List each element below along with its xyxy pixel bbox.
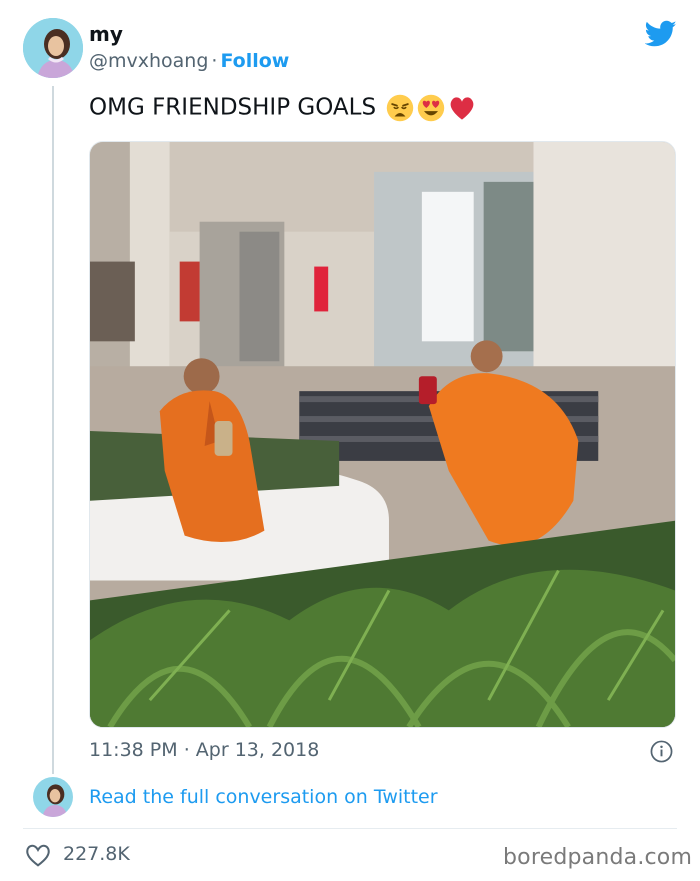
author-handle-row: @mvxhoang · Follow (89, 50, 289, 72)
read-conversation-link[interactable]: Read the full conversation on Twitter (89, 786, 438, 808)
tweet-photo[interactable] (89, 141, 676, 728)
heart-outline-icon[interactable] (25, 843, 51, 867)
like-count: 227.8K (63, 843, 130, 865)
tweet-time: 11:38 PM (89, 739, 178, 761)
tweet-card: my @mvxhoang · Follow OMG FRIENDSHIP GOALS (0, 0, 700, 881)
info-icon[interactable] (650, 740, 673, 763)
red-heart-icon (450, 97, 474, 120)
heart-eyes-icon (418, 94, 445, 122)
tweet-text-body: OMG FRIENDSHIP GOALS (89, 94, 377, 121)
tweet-text: OMG FRIENDSHIP GOALS (89, 94, 476, 122)
thread-line (52, 86, 54, 774)
follow-button[interactable]: Follow (220, 50, 289, 72)
viewer-avatar[interactable] (33, 777, 73, 817)
timestamp-separator: · (183, 739, 190, 761)
separator: · (211, 50, 218, 72)
boredpanda-watermark: boredpanda.com (503, 845, 693, 870)
twitter-bird-icon[interactable] (645, 20, 677, 48)
divider (23, 828, 677, 829)
weary-face-icon (387, 94, 414, 122)
author-display-name[interactable]: my (89, 22, 123, 46)
author-avatar[interactable] (23, 18, 83, 78)
author-handle[interactable]: @mvxhoang (89, 50, 208, 72)
tweet-timestamp[interactable]: 11:38 PM · Apr 13, 2018 (89, 739, 319, 761)
tweet-date: Apr 13, 2018 (195, 739, 320, 761)
